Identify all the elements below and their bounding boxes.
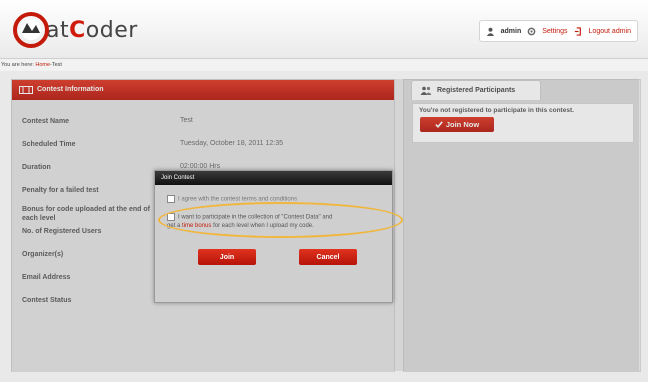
contest-info-title: Contest Information xyxy=(37,86,104,93)
join-now-label: Join Now xyxy=(445,120,480,129)
tab-label: Registered Participants xyxy=(437,87,516,94)
info-label: Duration xyxy=(22,164,51,171)
breadcrumb-home-link[interactable]: Home xyxy=(35,62,50,68)
agree-terms-checkbox[interactable] xyxy=(167,195,175,203)
group-icon xyxy=(420,86,432,95)
info-value: 02:00:00 Hrs xyxy=(180,163,221,170)
contest-info-header: Contest Information xyxy=(12,80,394,100)
logo-text: atCoder xyxy=(46,17,138,43)
info-label: No. of Registered Users xyxy=(22,228,102,235)
check-icon xyxy=(435,121,443,128)
info-label: Organizer(s) xyxy=(22,251,64,258)
user-box: admin Settings Logout admin xyxy=(478,20,638,42)
info-label: Contest Name xyxy=(22,118,70,125)
logout-link[interactable]: Logout admin xyxy=(589,28,631,35)
info-value: Test xyxy=(180,117,193,124)
info-label: Penalty for a failed test xyxy=(22,187,99,194)
dialog-title: Join Contest xyxy=(155,171,392,185)
participants-panel: Registered Participants You're not regis… xyxy=(403,79,641,372)
logout-icon xyxy=(574,26,581,36)
info-label: Email Address xyxy=(22,274,71,281)
info-label: Scheduled Time xyxy=(22,141,76,148)
cancel-button[interactable]: Cancel xyxy=(299,249,357,265)
app-header: atCoder admin Settings Logout admin xyxy=(0,0,648,59)
settings-link[interactable]: Settings xyxy=(542,28,567,35)
tab-registered-participants[interactable]: Registered Participants xyxy=(411,80,541,100)
join-now-button[interactable]: Join Now xyxy=(420,117,494,132)
highlight-ring xyxy=(158,202,403,238)
breadcrumb: You are here: Home-Test xyxy=(0,59,648,71)
breadcrumb-current: Test xyxy=(51,62,62,68)
settings-icon xyxy=(527,27,536,35)
join-button[interactable]: Join xyxy=(198,249,256,265)
contest-icon xyxy=(19,86,33,94)
not-registered-message: You're not registered to participate in … xyxy=(419,107,574,114)
participants-body: You're not registered to participate in … xyxy=(412,103,634,143)
info-value: Tuesday, October 18, 2011 12:35 xyxy=(180,140,283,147)
info-label: Contest Status xyxy=(22,297,72,304)
logo[interactable]: atCoder xyxy=(12,10,138,50)
info-label: Bonus for code uploaded at the end of ea… xyxy=(22,206,150,222)
breadcrumb-prefix: You are here: xyxy=(1,62,34,68)
logo-icon xyxy=(13,12,49,48)
username: admin xyxy=(500,27,522,35)
user-icon xyxy=(486,27,494,36)
